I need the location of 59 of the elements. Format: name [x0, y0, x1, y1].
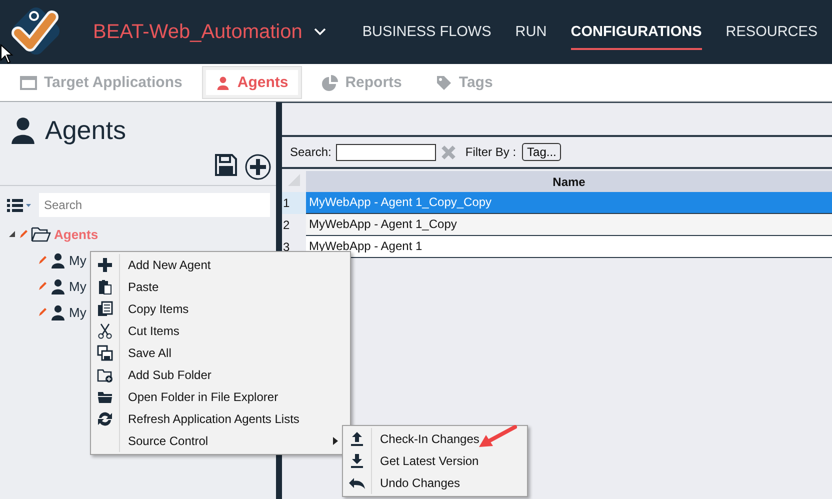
- nav-tab[interactable]: RUN: [515, 14, 547, 50]
- annotation-arrow: [477, 425, 517, 450]
- save-icon[interactable]: [215, 154, 237, 176]
- menu-item[interactable]: Copy Items: [91, 298, 350, 320]
- table-cell[interactable]: MyWebApp - Agent 1: [306, 236, 832, 257]
- tag-icon: [436, 74, 452, 90]
- user-icon: [50, 278, 66, 294]
- tree-item-label[interactable]: My: [69, 278, 86, 294]
- panel-title: Agents: [45, 114, 126, 146]
- user-icon: [50, 304, 66, 320]
- menu-item[interactable]: Open Folder in File Explorer: [91, 386, 350, 408]
- column-header[interactable]: Name: [306, 171, 832, 192]
- upload-icon: [349, 431, 365, 447]
- list-icon[interactable]: [7, 198, 33, 212]
- window-icon: [20, 76, 37, 90]
- chevron-down-icon[interactable]: [314, 28, 326, 36]
- pencil-icon: [38, 255, 47, 265]
- menu-item[interactable]: Check-In Changes: [343, 428, 527, 450]
- pie-chart-icon: [322, 74, 338, 90]
- menu-item[interactable]: Get Latest Version: [343, 450, 527, 472]
- user-icon: [50, 252, 66, 268]
- refresh-icon: [97, 411, 113, 427]
- nav-tab[interactable]: RESOURCES: [726, 14, 818, 50]
- filter-label: Filter By :: [465, 145, 516, 159]
- plus-icon: [97, 257, 113, 273]
- nav-tab[interactable]: CONFIGURATIONS: [570, 14, 702, 50]
- folder-icon: [31, 226, 51, 242]
- row-number: 2: [282, 214, 306, 236]
- menu-item[interactable]: Undo Changes: [343, 472, 527, 494]
- clipboard-icon: [97, 279, 113, 295]
- pencil-icon: [38, 281, 47, 291]
- pencil-icon: [38, 307, 47, 317]
- copy-icon: [97, 301, 113, 317]
- project-name[interactable]: BEAT-Web_Automation: [93, 20, 302, 44]
- row-number: 1: [282, 192, 306, 214]
- pencil-icon: [19, 229, 28, 239]
- table-cell[interactable]: MyWebApp - Agent 1_Copy: [306, 214, 832, 235]
- tree-item-label[interactable]: My: [69, 252, 86, 268]
- scissors-icon: [97, 323, 113, 339]
- nav-tab[interactable]: BUSINESS FLOWS: [362, 14, 492, 50]
- folder-icon: [97, 389, 113, 405]
- menu-item[interactable]: Cut Items: [91, 320, 350, 342]
- expand-triangle-icon[interactable]: [8, 230, 16, 238]
- menu-item[interactable]: Add Sub Folder: [91, 364, 350, 386]
- table-cell[interactable]: MyWebApp - Agent 1_Copy_Copy: [306, 192, 832, 213]
- menu-item[interactable]: Save All: [91, 342, 350, 364]
- folder-plus-icon: [97, 367, 113, 383]
- download-icon: [349, 453, 365, 469]
- search-label: Search:: [290, 145, 332, 159]
- add-icon[interactable]: [245, 154, 271, 180]
- menu-item[interactable]: Paste: [91, 276, 350, 298]
- menu-item[interactable]: Refresh Application Agents Lists: [91, 408, 350, 430]
- save-all-icon: [97, 345, 113, 361]
- search-field[interactable]: [336, 144, 436, 160]
- search-field[interactable]: Search: [39, 193, 270, 217]
- tag-filter-button[interactable]: Tag...: [522, 143, 562, 161]
- tab[interactable]: Agents: [202, 66, 302, 99]
- tree-item-label[interactable]: My: [69, 304, 86, 320]
- user-icon: [216, 74, 230, 90]
